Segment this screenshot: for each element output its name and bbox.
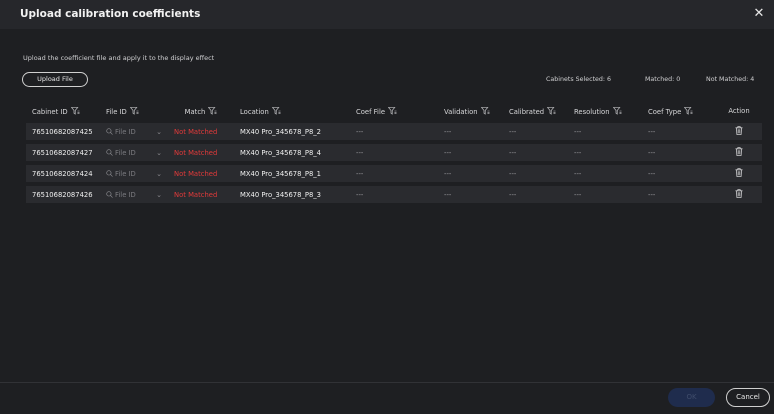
search-icon: [106, 148, 113, 156]
coef-type-cell: ---: [642, 123, 716, 140]
cabinet-id-cell: 76510682087424: [26, 165, 100, 182]
file-id-select[interactable]: File ID ⌄: [100, 186, 168, 203]
coef-type-cell: ---: [642, 186, 716, 203]
calibrated-cell: ---: [503, 144, 568, 161]
header-location[interactable]: Location: [234, 103, 350, 119]
header-validation[interactable]: Validation: [438, 103, 503, 119]
location-cell: MX40 Pro_345678_P8_2: [234, 123, 350, 140]
header-calibrated[interactable]: Calibrated: [503, 103, 568, 119]
validation-cell: ---: [438, 123, 503, 140]
header-file-id[interactable]: File ID: [100, 103, 168, 119]
location-cell: MX40 Pro_345678_P8_1: [234, 165, 350, 182]
chevron-down-icon[interactable]: ⌄: [156, 149, 162, 157]
chevron-down-icon[interactable]: ⌄: [156, 170, 162, 178]
dialog-subtitle: Upload the coefficient file and apply it…: [23, 54, 215, 62]
table-row: 76510682087427 File ID ⌄ Not Matched MX40…: [26, 144, 762, 161]
filter-icon[interactable]: [547, 106, 556, 115]
search-icon: [106, 127, 113, 135]
dialog-title: Upload calibration coefficients: [20, 8, 201, 20]
table-header-row: Cabinet ID File ID Match Location Coef F…: [26, 103, 762, 119]
trash-icon[interactable]: [735, 126, 743, 135]
filter-icon[interactable]: [70, 106, 80, 115]
ok-button[interactable]: OK: [668, 388, 715, 407]
search-icon: [106, 190, 113, 198]
filter-icon[interactable]: [612, 106, 622, 115]
header-resolution[interactable]: Resolution: [568, 103, 642, 119]
cabinet-id-cell: 76510682087425: [26, 123, 100, 140]
cabinet-id-cell: 76510682087426: [26, 186, 100, 203]
validation-cell: ---: [438, 186, 503, 203]
upload-file-button[interactable]: Upload File: [22, 72, 88, 87]
file-id-select[interactable]: File ID ⌄: [100, 123, 168, 140]
match-status: Not Matched: [168, 186, 234, 203]
table-row: 76510682087426 File ID ⌄ Not Matched MX40…: [26, 186, 762, 203]
cabinets-selected-count: Cabinets Selected: 6: [546, 76, 612, 83]
calibrated-cell: ---: [503, 165, 568, 182]
validation-cell: ---: [438, 165, 503, 182]
trash-icon[interactable]: [735, 189, 743, 198]
file-id-placeholder: File ID: [115, 127, 136, 136]
upload-calibration-dialog: Upload calibration coefficients ✕ Upload…: [0, 0, 774, 414]
coef-file-cell: ---: [350, 123, 438, 140]
filter-icon[interactable]: [388, 106, 397, 115]
calibrated-cell: ---: [503, 123, 568, 140]
matched-count: Matched: 0: [645, 76, 681, 83]
header-cabinet-id[interactable]: Cabinet ID: [26, 103, 100, 119]
coefficients-table: Cabinet ID File ID Match Location Coef F…: [26, 99, 762, 207]
filter-icon[interactable]: [480, 106, 490, 115]
resolution-cell: ---: [568, 165, 642, 182]
table-row: 76510682087424 File ID ⌄ Not Matched MX40…: [26, 165, 762, 182]
table-row: 76510682087425 File ID ⌄ Not Matched MX40…: [26, 123, 762, 140]
resolution-cell: ---: [568, 144, 642, 161]
cancel-button[interactable]: Cancel: [726, 388, 770, 407]
header-coef-type[interactable]: Coef Type: [642, 103, 716, 119]
coef-file-cell: ---: [350, 144, 438, 161]
location-cell: MX40 Pro_345678_P8_3: [234, 186, 350, 203]
action-cell: [716, 165, 762, 182]
validation-cell: ---: [438, 144, 503, 161]
footer-divider: [0, 382, 774, 383]
file-id-placeholder: File ID: [115, 190, 136, 199]
resolution-cell: ---: [568, 186, 642, 203]
trash-icon[interactable]: [735, 147, 743, 156]
filter-icon[interactable]: [684, 106, 693, 115]
file-id-placeholder: File ID: [115, 148, 136, 157]
action-cell: [716, 186, 762, 203]
chevron-down-icon[interactable]: ⌄: [156, 128, 162, 136]
coef-type-cell: ---: [642, 165, 716, 182]
file-id-select[interactable]: File ID ⌄: [100, 144, 168, 161]
coef-file-cell: ---: [350, 165, 438, 182]
location-cell: MX40 Pro_345678_P8_4: [234, 144, 350, 161]
coef-type-cell: ---: [642, 144, 716, 161]
resolution-cell: ---: [568, 123, 642, 140]
dialog-titlebar: Upload calibration coefficients ✕: [0, 0, 774, 29]
action-cell: [716, 123, 762, 140]
chevron-down-icon[interactable]: ⌄: [156, 191, 162, 199]
filter-icon[interactable]: [129, 106, 139, 115]
header-match[interactable]: Match: [168, 103, 234, 119]
file-id-placeholder: File ID: [115, 169, 136, 178]
match-status: Not Matched: [168, 144, 234, 161]
not-matched-count: Not Matched: 4: [706, 76, 755, 83]
coef-file-cell: ---: [350, 186, 438, 203]
match-status: Not Matched: [168, 123, 234, 140]
match-status: Not Matched: [168, 165, 234, 182]
close-icon[interactable]: ✕: [752, 7, 766, 21]
header-action: Action: [728, 107, 750, 115]
search-icon: [106, 169, 113, 177]
cabinet-id-cell: 76510682087427: [26, 144, 100, 161]
file-id-select[interactable]: File ID ⌄: [100, 165, 168, 182]
filter-icon[interactable]: [271, 106, 281, 115]
action-cell: [716, 144, 762, 161]
trash-icon[interactable]: [735, 168, 743, 177]
header-coef-file[interactable]: Coef File: [350, 103, 438, 119]
calibrated-cell: ---: [503, 186, 568, 203]
filter-icon[interactable]: [208, 106, 217, 115]
